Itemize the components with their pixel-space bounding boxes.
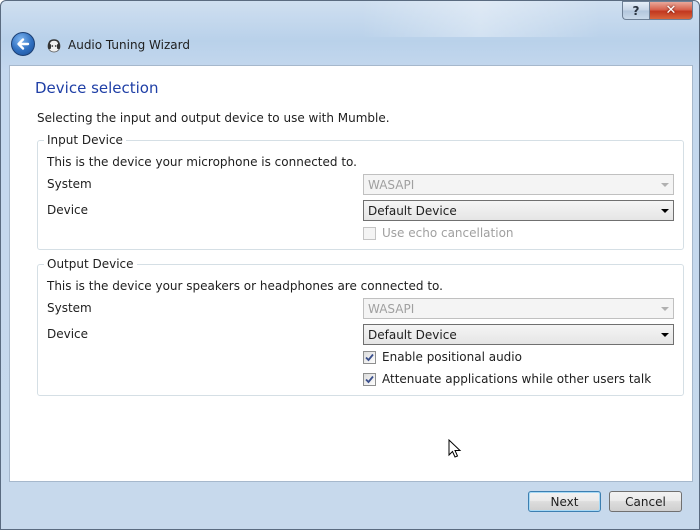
positional-audio-label: Enable positional audio [382,350,522,364]
mouse-cursor-icon [448,439,462,458]
positional-audio-checkbox[interactable]: Enable positional audio [363,350,522,364]
help-icon: ? [632,3,640,18]
input-system-combo[interactable]: WASAPI [363,174,674,195]
wizard-window: ? ✕ Audio Tuning Wizard Device selection… [0,0,700,530]
mumble-logo-icon [47,39,61,53]
titlebar-sheen [361,1,601,37]
close-button[interactable]: ✕ [649,1,693,20]
attenuate-checkbox[interactable]: Attenuate applications while other users… [363,372,651,386]
echo-cancellation-box [363,226,376,240]
output-device-description: This is the device your speakers or head… [47,279,443,293]
output-system-value: WASAPI [368,301,415,316]
help-button[interactable]: ? [622,1,649,20]
attenuate-label: Attenuate applications while other users… [382,372,652,386]
page-intro: Selecting the input and output device to… [37,111,390,125]
positional-audio-box [363,350,376,364]
chevron-down-icon [657,175,673,194]
next-button[interactable]: Next [528,491,601,512]
back-button[interactable] [11,32,35,56]
input-device-group: Input Device This is the device your mic… [37,133,684,250]
echo-cancellation-checkbox[interactable]: Use echo cancellation [363,226,514,240]
output-system-combo[interactable]: WASAPI [363,298,674,319]
echo-cancellation-label: Use echo cancellation [382,226,514,240]
check-mark-icon [365,353,374,361]
back-arrow-icon [17,38,30,50]
cancel-button[interactable]: Cancel [609,491,682,512]
attenuate-box [363,372,376,386]
wizard-page: Device selection Selecting the input and… [9,65,693,482]
output-device-combo[interactable]: Default Device [363,324,674,345]
input-system-value: WASAPI [368,177,415,192]
chevron-down-icon [657,299,673,318]
chevron-down-icon [657,201,673,220]
input-system-label: System [47,177,92,191]
output-system-label: System [47,301,92,315]
caption-buttons: ? ✕ [622,1,693,20]
output-device-group: Output Device This is the device your sp… [37,257,684,396]
close-icon: ✕ [665,3,677,18]
input-device-combo[interactable]: Default Device [363,200,674,221]
input-device-label: Device [47,203,89,217]
window-title: Audio Tuning Wizard [68,38,190,52]
input-device-description: This is the device your microphone is co… [47,155,357,169]
output-device-label: Device [47,327,89,341]
output-device-title: Output Device [44,257,137,271]
page-heading: Device selection [35,79,159,97]
chevron-down-icon [657,325,673,344]
check-mark-icon [365,375,374,383]
input-device-title: Input Device [44,133,126,147]
output-device-value: Default Device [368,327,457,342]
input-device-value: Default Device [368,203,457,218]
